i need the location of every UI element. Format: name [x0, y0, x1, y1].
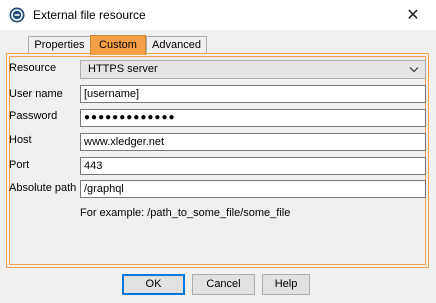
path-hint-text: For example: /path_to_some_file/some_fil…: [80, 207, 291, 219]
port-input[interactable]: 443: [80, 157, 426, 175]
username-input[interactable]: [username]: [80, 85, 426, 103]
password-label: Password: [9, 110, 58, 122]
tab-custom[interactable]: Custom: [90, 35, 146, 55]
port-label: Port: [9, 159, 30, 171]
host-input[interactable]: www.xledger.net: [80, 133, 426, 151]
close-icon: ✕: [406, 7, 420, 24]
title-bar: External file resource ✕: [0, 0, 436, 30]
password-input[interactable]: ●●●●●●●●●●●●●: [80, 109, 426, 127]
absolute-path-input[interactable]: /graphql: [80, 180, 426, 198]
tab-properties[interactable]: Properties: [28, 36, 91, 54]
resource-select-value: HTTPS server: [88, 63, 158, 75]
username-label: User name: [9, 88, 63, 100]
cancel-button[interactable]: Cancel: [192, 274, 255, 295]
app-icon: [9, 7, 25, 23]
tab-advanced[interactable]: Advanced: [146, 36, 207, 54]
host-label: Host: [9, 134, 32, 146]
window-title: External file resource: [33, 8, 146, 22]
absolute-path-label: Absolute path: [9, 182, 77, 194]
resource-select[interactable]: HTTPS server: [80, 60, 426, 79]
resource-label: Resource: [9, 62, 57, 74]
ok-button[interactable]: OK: [122, 274, 185, 295]
help-button[interactable]: Help: [262, 274, 310, 295]
close-button[interactable]: ✕: [390, 0, 436, 30]
chevron-down-icon: [409, 61, 419, 84]
